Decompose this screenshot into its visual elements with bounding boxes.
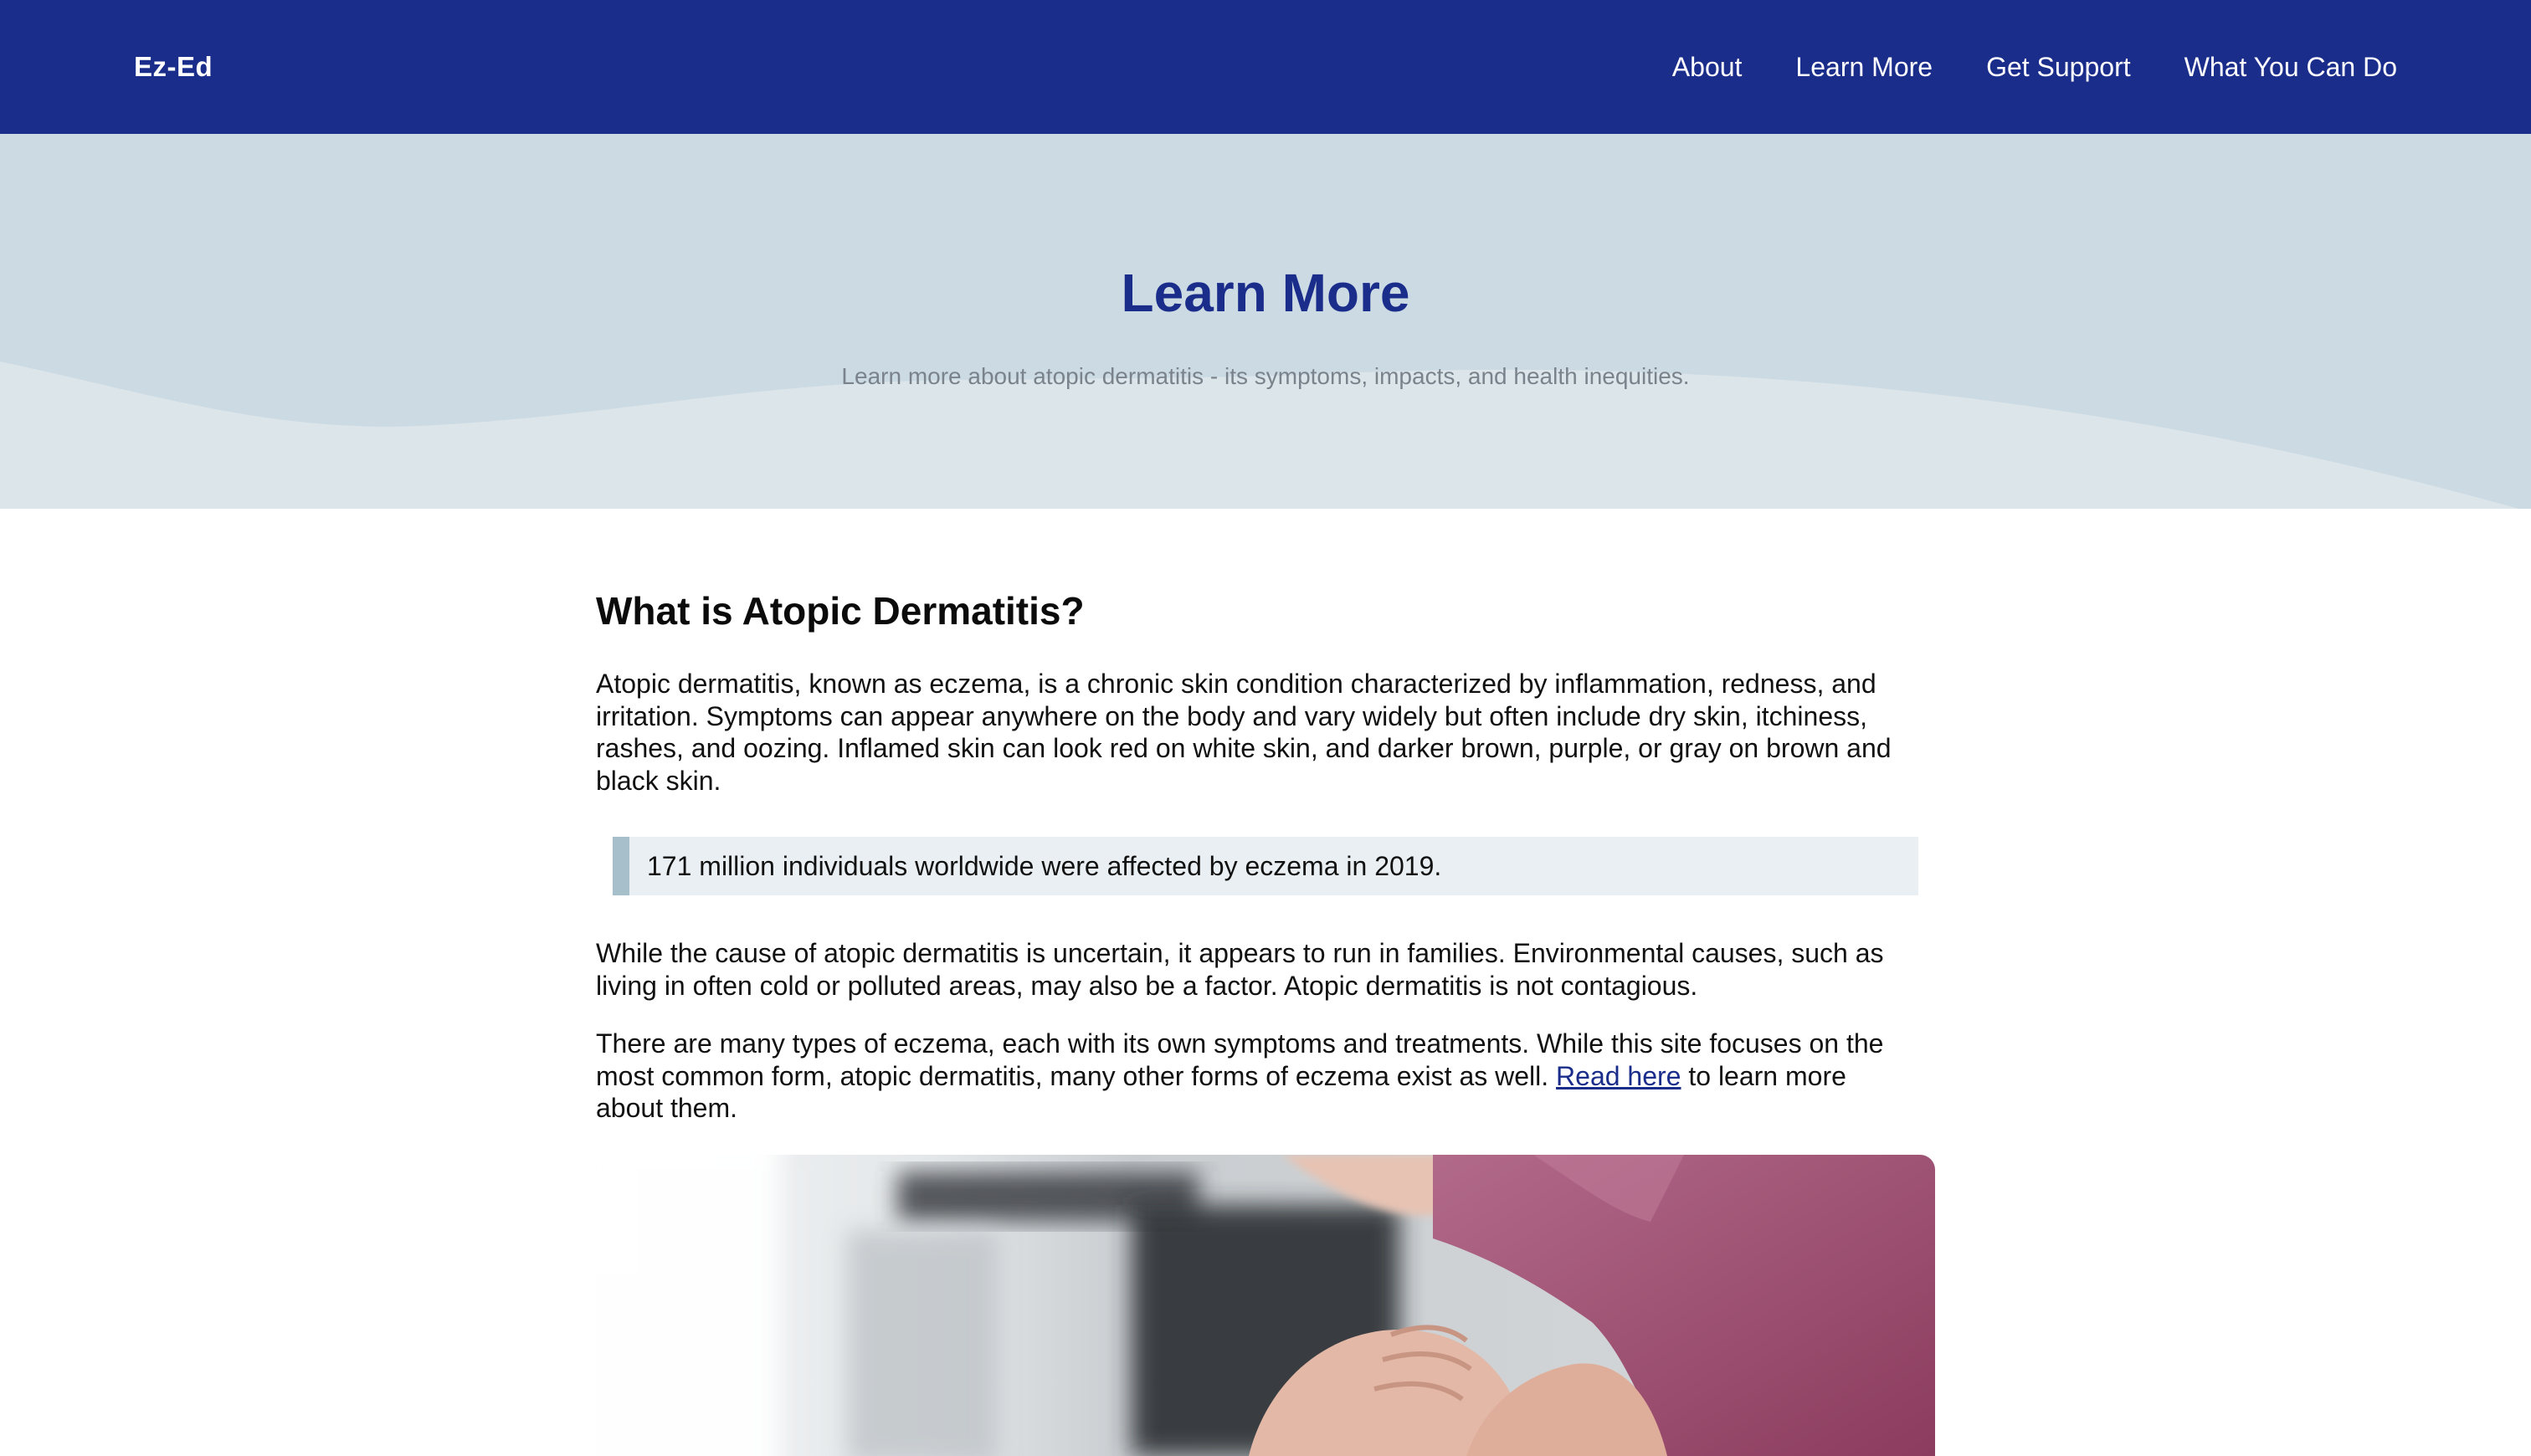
top-navbar: Ez-Ed About Learn More Get Support What … [0,0,2531,134]
cause-paragraph: While the cause of atopic dermatitis is … [596,938,1884,1001]
eczema-photo-illustration [596,1155,1935,1456]
read-here-link[interactable]: Read here [1556,1061,1681,1091]
nav-link-get-support[interactable]: Get Support [1986,49,2131,85]
statistic-callout: 171 million individuals worldwide were a… [613,837,1918,895]
brand-logo[interactable]: Ez-Ed [134,49,213,85]
page-subtitle: Learn more about atopic dermatitis - its… [841,363,1690,389]
intro-paragraph: Atopic dermatitis, known as eczema, is a… [596,669,1892,796]
nav-link-about[interactable]: About [1672,49,1743,85]
page-title: Learn More [1121,263,1410,323]
eczema-photo [596,1155,1935,1456]
types-paragraph: There are many types of eczema, each wit… [596,1028,1918,1125]
main-nav: About Learn More Get Support What You Ca… [1672,49,2397,85]
nav-link-learn-more[interactable]: Learn More [1795,49,1933,85]
main-content: What is Atopic Dermatitis? Atopic dermat… [596,586,1935,1125]
nav-link-what-you-can-do[interactable]: What You Can Do [2184,49,2397,85]
hero-banner: Learn More Learn more about atopic derma… [0,134,2531,509]
section-heading: What is Atopic Dermatitis? [596,589,1085,633]
